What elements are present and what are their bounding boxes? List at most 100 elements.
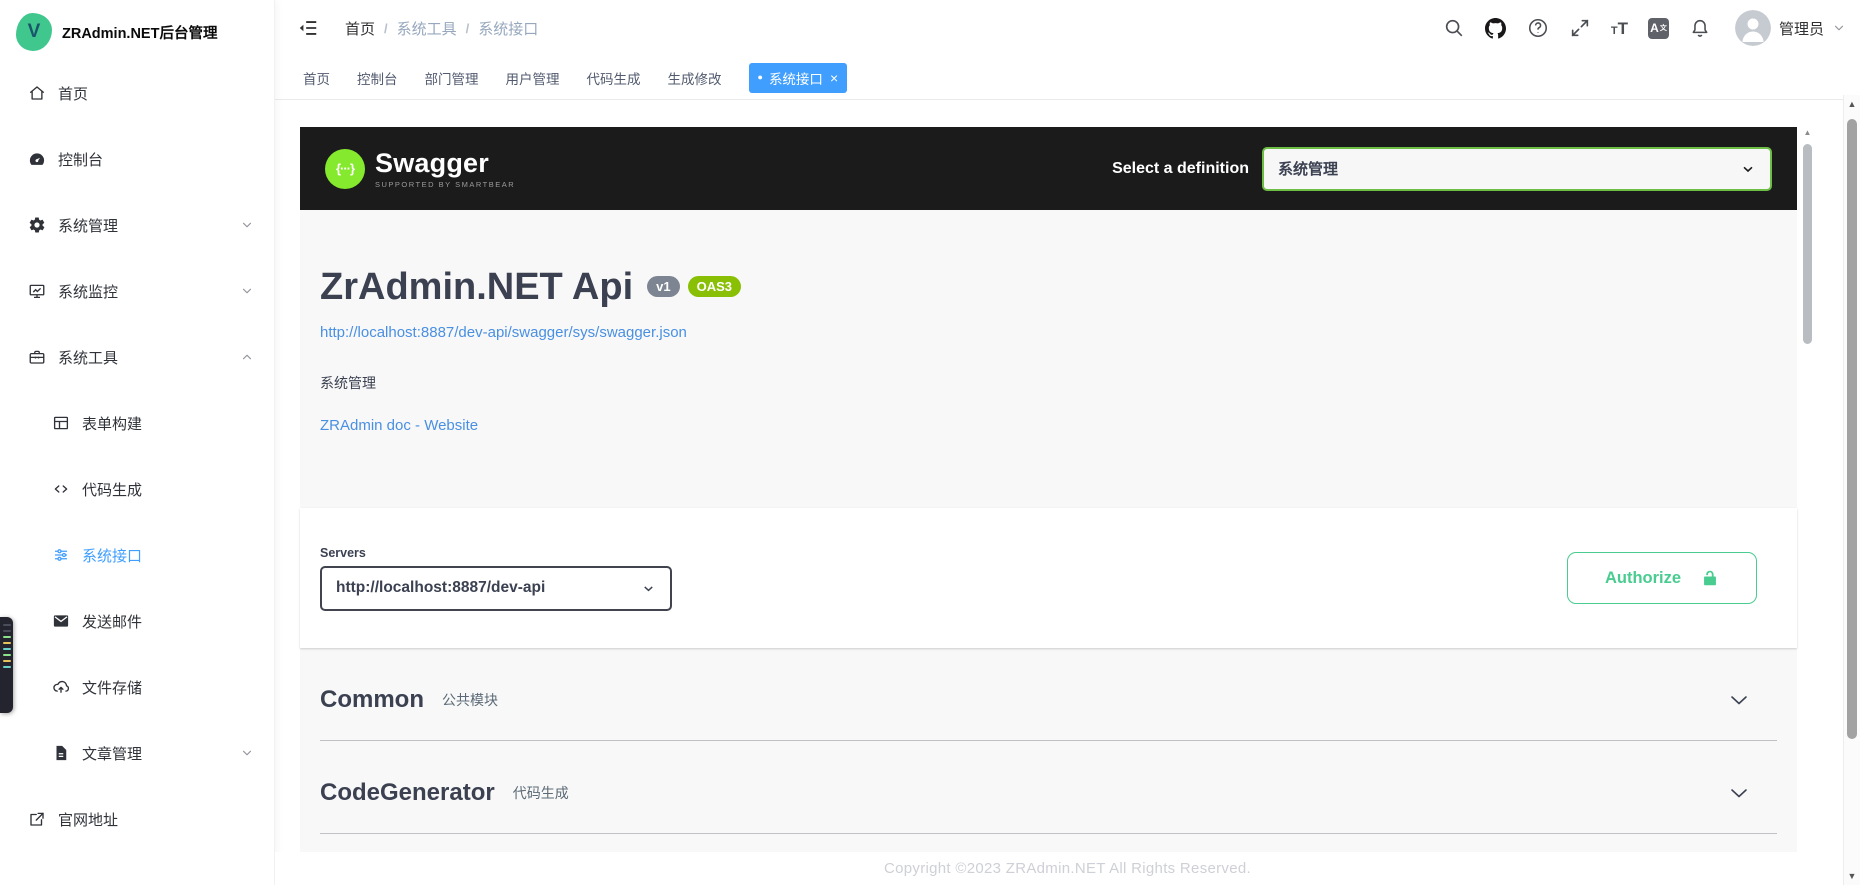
- select-definition-label: Select a definition: [1112, 160, 1249, 178]
- sidebar-item-file-storage[interactable]: 文件存储: [0, 654, 274, 720]
- app-logo[interactable]: V ZRAdmin.NET后台管理: [0, 0, 274, 64]
- user-menu[interactable]: 管理员: [1735, 10, 1846, 46]
- sidebar-item-label: 发送邮件: [82, 611, 142, 632]
- doc-website-link[interactable]: ZRAdmin doc - Website: [320, 417, 478, 434]
- chevron-down-icon: [1740, 161, 1756, 177]
- article-icon: [52, 744, 70, 762]
- server-select[interactable]: http://localhost:8887/dev-api: [320, 566, 672, 611]
- language-icon[interactable]: A文: [1648, 18, 1669, 39]
- authorize-button[interactable]: Authorize: [1567, 552, 1757, 604]
- search-icon[interactable]: [1443, 17, 1465, 39]
- home-icon: [28, 84, 46, 102]
- sidebar-item-form-builder[interactable]: 表单构建: [0, 390, 274, 456]
- servers-label: Servers: [320, 546, 672, 560]
- help-icon[interactable]: [1527, 17, 1549, 39]
- sliders-icon: [52, 546, 70, 564]
- sidebar-menu: 首页 控制台 系统管理 系统监控 系统工具 表单构建: [0, 60, 274, 852]
- expand-chevron-icon[interactable]: [1727, 688, 1751, 712]
- external-link-icon: [28, 810, 46, 828]
- swagger-ui: {···} Swagger Supported by SMARTBEAR Sel…: [300, 127, 1797, 853]
- sidebar-item-official-site[interactable]: 官网地址: [0, 786, 274, 852]
- sidebar-item-label: 控制台: [58, 149, 103, 170]
- expand-chevron-icon[interactable]: [1727, 781, 1751, 805]
- section-common[interactable]: Common 公共模块: [320, 648, 1777, 741]
- chevron-down-icon: [1832, 21, 1846, 35]
- swagger-logo-icon: {···}: [325, 149, 365, 189]
- definition-select[interactable]: 系统管理: [1262, 147, 1772, 191]
- sidebar-fold-icon[interactable]: [297, 17, 319, 39]
- scroll-down-icon[interactable]: ▼: [1844, 871, 1860, 881]
- swagger-topbar: {···} Swagger Supported by SMARTBEAR Sel…: [300, 127, 1797, 210]
- sidebar-item-label: 表单构建: [82, 413, 142, 434]
- tab-dept-admin[interactable]: 部门管理: [425, 68, 479, 88]
- sidebar-item-system-monitor[interactable]: 系统监控: [0, 258, 274, 324]
- page-scrollbar[interactable]: ▲ ▼: [1843, 95, 1860, 885]
- app-footer: Copyright ©2023 ZRAdmin.NET All Rights R…: [275, 852, 1860, 885]
- tab-gen-edit[interactable]: 生成修改: [668, 68, 722, 88]
- active-dot-icon: ●: [758, 73, 763, 82]
- breadcrumb-system-api: 系统接口: [478, 18, 538, 39]
- sidebar-item-label: 首页: [58, 83, 88, 104]
- app-title: ZRAdmin.NET后台管理: [62, 22, 217, 43]
- fullscreen-icon[interactable]: [1569, 17, 1591, 39]
- scroll-up-icon[interactable]: ▲: [1844, 99, 1860, 109]
- tab-code-gen[interactable]: 代码生成: [587, 68, 641, 88]
- code-icon: [52, 480, 70, 498]
- swagger-scrollbar[interactable]: ▲: [1803, 128, 1812, 853]
- tab-system-api[interactable]: ● 系统接口 ×: [749, 63, 848, 93]
- sidebar-item-article-admin[interactable]: 文章管理: [0, 720, 274, 786]
- breadcrumb: 首页 / 系统工具 / 系统接口: [345, 18, 538, 39]
- server-value: http://localhost:8887/dev-api: [336, 579, 641, 597]
- toolbox-icon: [28, 348, 46, 366]
- sidebar-item-system-admin[interactable]: 系统管理: [0, 192, 274, 258]
- chevron-down-icon: [641, 581, 656, 596]
- scrollbar-thumb[interactable]: [1803, 144, 1812, 344]
- sidebar-item-system-tools[interactable]: 系统工具: [0, 324, 274, 390]
- font-size-icon[interactable]: TT: [1611, 20, 1628, 37]
- definition-value: 系统管理: [1278, 158, 1740, 179]
- tags-view-bar: 首页 控制台 部门管理 用户管理 代码生成 生成修改 ● 系统接口 ×: [275, 56, 1860, 100]
- section-name: CodeGenerator: [320, 779, 495, 807]
- swagger-brand-name: Swagger: [375, 148, 515, 179]
- spec-url-link[interactable]: http://localhost:8887/dev-api/swagger/sy…: [320, 324, 687, 341]
- api-info-section: ZrAdmin.NET Api v1 OAS3 http://localhost…: [300, 210, 1797, 508]
- version-badge: v1: [647, 276, 679, 297]
- sidebar-item-label: 系统工具: [58, 347, 118, 368]
- breadcrumb-separator: /: [384, 21, 388, 36]
- tab-console[interactable]: 控制台: [357, 68, 398, 88]
- sidebar-item-home[interactable]: 首页: [0, 60, 274, 126]
- sidebar-item-code-gen[interactable]: 代码生成: [0, 456, 274, 522]
- sidebar-item-label: 文章管理: [82, 743, 142, 764]
- sidebar-item-system-api[interactable]: 系统接口: [0, 522, 274, 588]
- bell-icon[interactable]: [1689, 17, 1711, 39]
- tab-user-admin[interactable]: 用户管理: [506, 68, 560, 88]
- github-icon[interactable]: [1485, 17, 1507, 39]
- section-codegenerator[interactable]: CodeGenerator 代码生成: [320, 741, 1777, 834]
- sidebar-item-label: 系统管理: [58, 215, 118, 236]
- tab-label: 系统接口: [769, 68, 823, 88]
- sidebar-item-label: 系统接口: [82, 545, 142, 566]
- sidebar-item-send-mail[interactable]: 发送邮件: [0, 588, 274, 654]
- scheme-container: Servers http://localhost:8887/dev-api Au…: [300, 508, 1797, 648]
- username: 管理员: [1779, 18, 1824, 39]
- close-icon[interactable]: ×: [830, 71, 838, 85]
- swagger-brand: {···} Swagger Supported by SMARTBEAR: [325, 148, 515, 189]
- section-name: Common: [320, 686, 424, 714]
- breadcrumb-home[interactable]: 首页: [345, 18, 375, 39]
- scrollbar-thumb[interactable]: [1847, 119, 1857, 739]
- oas3-badge: OAS3: [688, 276, 741, 297]
- chevron-down-icon: [240, 284, 254, 298]
- form-icon: [52, 414, 70, 432]
- unlock-icon: [1701, 569, 1719, 587]
- tab-home[interactable]: 首页: [303, 68, 330, 88]
- api-description: 系统管理: [320, 373, 1777, 393]
- dashboard-icon: [28, 150, 46, 168]
- section-desc: 代码生成: [513, 783, 569, 803]
- breadcrumb-separator: /: [466, 21, 470, 36]
- sidebar-item-label: 官网地址: [58, 809, 118, 830]
- scroll-up-icon[interactable]: ▲: [1803, 128, 1812, 138]
- sidebar-item-console[interactable]: 控制台: [0, 126, 274, 192]
- mail-icon: [52, 612, 70, 630]
- mini-panel-handle[interactable]: [0, 617, 13, 713]
- copyright-text: Copyright ©2023 ZRAdmin.NET All Rights R…: [884, 860, 1251, 877]
